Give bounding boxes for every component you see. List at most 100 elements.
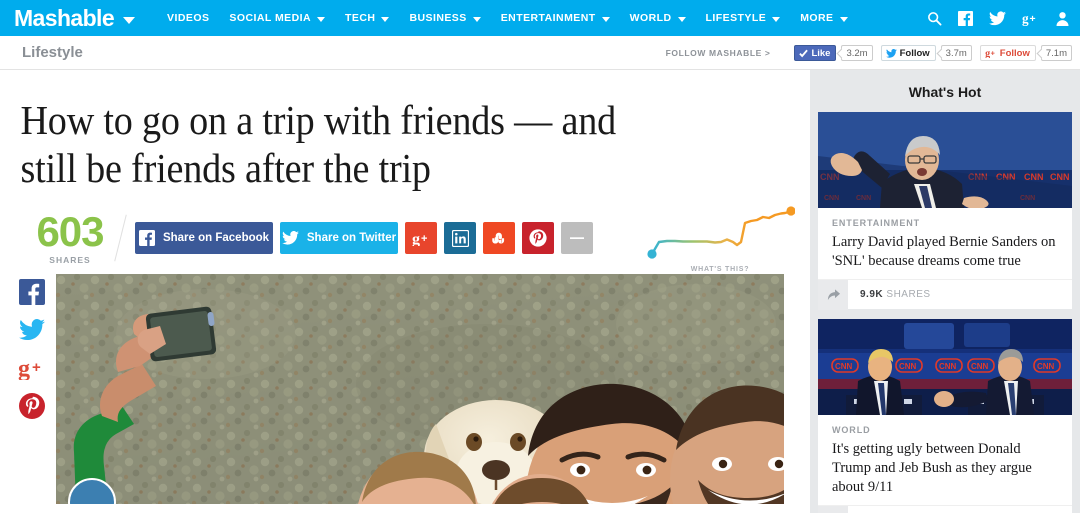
headline-line-2: still be friends after the trip: [20, 145, 431, 191]
card-title[interactable]: It's getting ugly between Donald Trump a…: [832, 440, 1058, 497]
card-title[interactable]: Larry David played Bernie Sanders on 'SN…: [832, 233, 1058, 271]
follow-mashable-label: FOLLOW MASHABLE >: [665, 48, 771, 58]
chevron-down-icon[interactable]: [123, 16, 136, 24]
card-shares-label: SHARES: [886, 289, 931, 300]
svg-text:g: g: [985, 49, 990, 58]
nav-item-more[interactable]: MORE: [790, 12, 857, 24]
nav-item-label: LIFESTYLE: [705, 12, 767, 24]
nav-item-social-media[interactable]: SOCIAL MEDIA: [219, 12, 335, 24]
facebook-icon[interactable]: [958, 10, 973, 26]
article-body-area: g +: [0, 274, 810, 504]
googleplus-follow-count: 7.1m: [1040, 45, 1072, 61]
svg-text:g: g: [18, 356, 30, 380]
svg-text:CNN: CNN: [971, 362, 989, 371]
page-title: How to go on a trip with friends — and s…: [0, 70, 753, 192]
share-pinterest-button[interactable]: [522, 222, 554, 254]
nav-right-actions: g +: [927, 0, 1070, 36]
search-icon[interactable]: [927, 11, 942, 26]
share-linkedin-button[interactable]: [444, 222, 476, 254]
chevron-down-icon[interactable]: [381, 16, 390, 22]
twitter-follow-label: Follow: [899, 47, 930, 59]
top-navigation-bar: Mashable VIDEOS SOCIAL MEDIA TECH BUSINESS E…: [0, 0, 1080, 36]
svg-text:g: g: [1022, 11, 1029, 26]
follow-mashable-bar: FOLLOW MASHABLE > Like 3.2m Follow 3.7m …: [666, 36, 1072, 70]
svg-text:CNN: CNN: [835, 362, 853, 371]
nav-item-world[interactable]: WORLD: [620, 12, 696, 24]
channel-subheader: Lifestyle FOLLOW MASHABLE > Like 3.2m Fo…: [0, 36, 1080, 70]
nav-item-label: BUSINESS: [409, 12, 467, 24]
facebook-like-label: Like: [811, 47, 831, 59]
list-item[interactable]: CNNCNNCNN CNNCNN CNNCNNCNN: [818, 112, 1072, 310]
twitter-icon[interactable]: [989, 10, 1006, 26]
pinterest-icon[interactable]: [18, 392, 46, 420]
twitter-follow-button[interactable]: Follow: [880, 45, 936, 61]
card-body: ENTERTAINMENT Larry David played Bernie …: [818, 208, 1072, 279]
share-twitter-button[interactable]: Share on Twitter: [280, 222, 398, 254]
share-count-number: 603: [36, 207, 104, 255]
nav-item-label: ENTERTAINMENT: [500, 12, 596, 24]
nav-item-label: VIDEOS: [167, 12, 210, 24]
svg-text:CNN: CNN: [899, 362, 917, 371]
nav-item-videos[interactable]: VIDEOS: [157, 12, 219, 24]
larry-david-snl-thumbnail[interactable]: CNNCNNCNN CNNCNN CNNCNNCNN: [818, 112, 1072, 208]
share-facebook-button[interactable]: Share on Facebook: [135, 222, 273, 254]
share-googleplus-button[interactable]: g +: [405, 222, 437, 254]
nav-item-entertainment[interactable]: ENTERTAINMENT: [491, 12, 620, 24]
google-plus-icon[interactable]: g +: [1022, 11, 1039, 26]
share-count-block: 603 SHARES: [22, 207, 118, 265]
share-velocity-sparkline[interactable]: WHAT'S THIS?: [640, 206, 800, 276]
google-plus-icon[interactable]: g +: [18, 354, 46, 382]
list-item[interactable]: CNN CNN CNN CNN CNN WORLD It's getting u…: [818, 319, 1072, 513]
facebook-icon[interactable]: [18, 278, 46, 306]
headline-line-1: How to go on a trip with friends — and: [20, 97, 616, 143]
chevron-down-icon[interactable]: [772, 16, 781, 22]
chevron-down-icon[interactable]: [472, 16, 481, 22]
nav-item-lifestyle[interactable]: LIFESTYLE: [696, 12, 791, 24]
share-arrow-icon[interactable]: [818, 279, 848, 310]
chevron-down-icon[interactable]: [839, 16, 848, 22]
share-stumbleupon-button[interactable]: [483, 222, 515, 254]
card-category[interactable]: ENTERTAINMENT: [832, 218, 1058, 228]
sparkline-end-point: [786, 206, 795, 216]
nav-item-label: SOCIAL MEDIA: [229, 12, 312, 24]
article-hero-image: [56, 274, 784, 504]
svg-text:CNN: CNN: [1024, 172, 1044, 182]
share-more-button[interactable]: [561, 222, 593, 254]
svg-text:CNN: CNN: [1050, 172, 1070, 182]
googleplus-follow-button[interactable]: g + Follow: [979, 45, 1036, 61]
nav-item-label: MORE: [800, 12, 834, 24]
mashable-logo[interactable]: Mashable: [0, 4, 136, 32]
facebook-like-button[interactable]: Like: [794, 45, 837, 61]
facebook-like-group: Like 3.2m: [794, 45, 873, 61]
sparkline-chart: [647, 206, 795, 259]
nav-item-tech[interactable]: TECH: [335, 12, 399, 24]
share-count-label: SHARES: [49, 254, 91, 265]
card-body: WORLD It's getting ugly between Donald T…: [818, 415, 1072, 505]
twitter-icon[interactable]: [18, 316, 46, 344]
svg-text:CNN: CNN: [939, 362, 957, 371]
svg-text:CNN: CNN: [1037, 362, 1055, 371]
card-category[interactable]: WORLD: [832, 425, 1058, 435]
googleplus-follow-label: Follow: [999, 47, 1030, 59]
chevron-down-icon[interactable]: [317, 16, 326, 22]
share-arrow-icon[interactable]: [818, 505, 848, 513]
share-facebook-label: Share on Facebook: [162, 232, 270, 244]
whats-this-label[interactable]: WHAT'S THIS?: [691, 266, 750, 273]
whats-hot-title: What's Hot: [908, 84, 982, 100]
trump-bush-debate-thumbnail[interactable]: CNN CNN CNN CNN CNN: [818, 319, 1072, 415]
chevron-down-icon[interactable]: [601, 16, 610, 22]
user-account-icon[interactable]: [1055, 11, 1070, 26]
share-bar: 603 SHARES Share on Facebook Share on Tw…: [0, 206, 810, 273]
chevron-down-icon[interactable]: [677, 16, 686, 22]
nav-item-business[interactable]: BUSINESS: [399, 12, 490, 24]
page-body: How to go on a trip with friends — and s…: [0, 70, 1080, 513]
channel-name[interactable]: Lifestyle: [0, 44, 83, 61]
card-footer: 9.9K SHARES: [818, 279, 1072, 310]
nav-menu: VIDEOS SOCIAL MEDIA TECH BUSINESS ENTERTAINM…: [157, 12, 857, 24]
twitter-follow-count: 3.7m: [940, 45, 972, 61]
nav-item-label: WORLD: [629, 12, 672, 24]
brand-name: Mashable: [14, 4, 115, 31]
svg-text:g: g: [412, 231, 420, 246]
card-shares-value: 9.9K: [860, 289, 884, 300]
share-twitter-label: Share on Twitter: [306, 232, 397, 244]
